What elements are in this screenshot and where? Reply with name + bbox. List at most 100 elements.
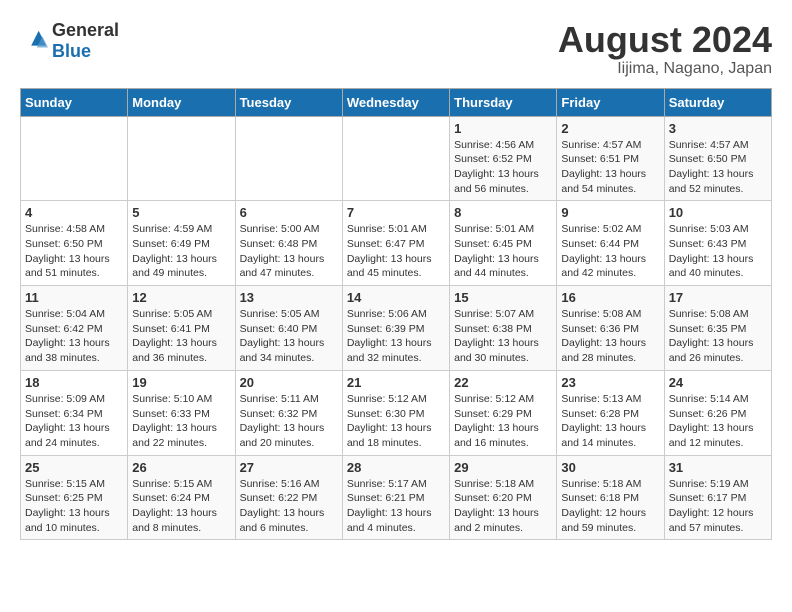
day-info: Sunrise: 5:03 AMSunset: 6:43 PMDaylight:… bbox=[669, 222, 767, 281]
day-number: 13 bbox=[240, 290, 338, 305]
day-info: Sunrise: 5:04 AMSunset: 6:42 PMDaylight:… bbox=[25, 307, 123, 366]
calendar-cell: 8 Sunrise: 5:01 AMSunset: 6:45 PMDaylight… bbox=[450, 201, 557, 286]
day-number: 3 bbox=[669, 121, 767, 136]
calendar-cell: 7 Sunrise: 5:01 AMSunset: 6:47 PMDaylight… bbox=[342, 201, 449, 286]
calendar-cell: 29Sunrise: 5:18 AMSunset: 6:20 PMDayligh… bbox=[450, 455, 557, 540]
calendar-cell: 16 Sunrise: 5:08 AMSunset: 6:36 PMDayligh… bbox=[557, 286, 664, 371]
day-info: Sunrise: 5:10 AMSunset: 6:33 PMDaylight:… bbox=[132, 392, 230, 451]
day-info: Sunrise: 5:12 AMSunset: 6:29 PMDaylight:… bbox=[454, 392, 552, 451]
header-day-monday: Monday bbox=[128, 88, 235, 116]
day-number: 11 bbox=[25, 290, 123, 305]
calendar-week-5: 25 Sunrise: 5:15 AMSunset: 6:25 PMDayligh… bbox=[21, 455, 772, 540]
header-day-sunday: Sunday bbox=[21, 88, 128, 116]
calendar-cell: 15Sunrise: 5:07 AMSunset: 6:38 PMDayligh… bbox=[450, 286, 557, 371]
day-number: 27 bbox=[240, 460, 338, 475]
day-info: Sunrise: 5:05 AMSunset: 6:41 PMDaylight:… bbox=[132, 307, 230, 366]
calendar-cell: 9 Sunrise: 5:02 AMSunset: 6:44 PMDaylight… bbox=[557, 201, 664, 286]
calendar-cell: 21 Sunrise: 5:12 AMSunset: 6:30 PMDayligh… bbox=[342, 370, 449, 455]
calendar-cell: 22 Sunrise: 5:12 AMSunset: 6:29 PMDayligh… bbox=[450, 370, 557, 455]
calendar-cell: 18Sunrise: 5:09 AMSunset: 6:34 PMDayligh… bbox=[21, 370, 128, 455]
day-number: 12 bbox=[132, 290, 230, 305]
calendar-body: 1Sunrise: 4:56 AMSunset: 6:52 PMDaylight… bbox=[21, 116, 772, 540]
day-info: Sunrise: 5:02 AMSunset: 6:44 PMDaylight:… bbox=[561, 222, 659, 281]
day-number: 29 bbox=[454, 460, 552, 475]
day-number: 10 bbox=[669, 205, 767, 220]
calendar-cell bbox=[21, 116, 128, 201]
calendar-cell: 6Sunrise: 5:00 AMSunset: 6:48 PMDaylight… bbox=[235, 201, 342, 286]
day-number: 26 bbox=[132, 460, 230, 475]
calendar-week-3: 11 Sunrise: 5:04 AMSunset: 6:42 PMDayligh… bbox=[21, 286, 772, 371]
day-info: Sunrise: 5:15 AMSunset: 6:25 PMDaylight:… bbox=[25, 477, 123, 536]
header-day-thursday: Thursday bbox=[450, 88, 557, 116]
title-block: August 2024 Iijima, Nagano, Japan bbox=[558, 20, 772, 78]
day-number: 21 bbox=[347, 375, 445, 390]
day-info: Sunrise: 4:58 AMSunset: 6:50 PMDaylight:… bbox=[25, 222, 123, 281]
day-info: Sunrise: 4:56 AMSunset: 6:52 PMDaylight:… bbox=[454, 138, 552, 197]
day-info: Sunrise: 4:59 AMSunset: 6:49 PMDaylight:… bbox=[132, 222, 230, 281]
calendar-cell: 11 Sunrise: 5:04 AMSunset: 6:42 PMDayligh… bbox=[21, 286, 128, 371]
page-title: August 2024 bbox=[558, 20, 772, 60]
day-number: 9 bbox=[561, 205, 659, 220]
calendar-cell: 5 Sunrise: 4:59 AMSunset: 6:49 PMDaylight… bbox=[128, 201, 235, 286]
day-number: 16 bbox=[561, 290, 659, 305]
day-info: Sunrise: 5:18 AMSunset: 6:18 PMDaylight:… bbox=[561, 477, 659, 536]
day-info: Sunrise: 5:09 AMSunset: 6:34 PMDaylight:… bbox=[25, 392, 123, 451]
day-info: Sunrise: 5:13 AMSunset: 6:28 PMDaylight:… bbox=[561, 392, 659, 451]
day-info: Sunrise: 4:57 AMSunset: 6:51 PMDaylight:… bbox=[561, 138, 659, 197]
day-number: 8 bbox=[454, 205, 552, 220]
day-number: 4 bbox=[25, 205, 123, 220]
calendar-cell: 24Sunrise: 5:14 AMSunset: 6:26 PMDayligh… bbox=[664, 370, 771, 455]
calendar-week-1: 1Sunrise: 4:56 AMSunset: 6:52 PMDaylight… bbox=[21, 116, 772, 201]
page-subtitle: Iijima, Nagano, Japan bbox=[558, 60, 772, 78]
calendar-cell: 1Sunrise: 4:56 AMSunset: 6:52 PMDaylight… bbox=[450, 116, 557, 201]
day-number: 5 bbox=[132, 205, 230, 220]
calendar-cell: 25 Sunrise: 5:15 AMSunset: 6:25 PMDayligh… bbox=[21, 455, 128, 540]
day-number: 2 bbox=[561, 121, 659, 136]
page-header: General Blue August 2024 Iijima, Nagano,… bbox=[20, 20, 772, 78]
calendar-week-4: 18Sunrise: 5:09 AMSunset: 6:34 PMDayligh… bbox=[21, 370, 772, 455]
day-number: 19 bbox=[132, 375, 230, 390]
header-row: SundayMondayTuesdayWednesdayThursdayFrid… bbox=[21, 88, 772, 116]
day-info: Sunrise: 5:01 AMSunset: 6:45 PMDaylight:… bbox=[454, 222, 552, 281]
day-info: Sunrise: 5:07 AMSunset: 6:38 PMDaylight:… bbox=[454, 307, 552, 366]
calendar-cell: 27 Sunrise: 5:16 AMSunset: 6:22 PMDayligh… bbox=[235, 455, 342, 540]
calendar-cell: 20 Sunrise: 5:11 AMSunset: 6:32 PMDayligh… bbox=[235, 370, 342, 455]
calendar-cell bbox=[235, 116, 342, 201]
calendar-cell bbox=[342, 116, 449, 201]
day-info: Sunrise: 4:57 AMSunset: 6:50 PMDaylight:… bbox=[669, 138, 767, 197]
day-number: 28 bbox=[347, 460, 445, 475]
day-number: 7 bbox=[347, 205, 445, 220]
header-day-tuesday: Tuesday bbox=[235, 88, 342, 116]
header-day-saturday: Saturday bbox=[664, 88, 771, 116]
logo-icon bbox=[20, 27, 48, 55]
day-info: Sunrise: 5:16 AMSunset: 6:22 PMDaylight:… bbox=[240, 477, 338, 536]
day-number: 22 bbox=[454, 375, 552, 390]
logo: General Blue bbox=[20, 20, 119, 62]
calendar-cell: 14Sunrise: 5:06 AMSunset: 6:39 PMDayligh… bbox=[342, 286, 449, 371]
calendar-cell: 4 Sunrise: 4:58 AMSunset: 6:50 PMDaylight… bbox=[21, 201, 128, 286]
calendar-header: SundayMondayTuesdayWednesdayThursdayFrid… bbox=[21, 88, 772, 116]
calendar-cell: 26Sunrise: 5:15 AMSunset: 6:24 PMDayligh… bbox=[128, 455, 235, 540]
day-info: Sunrise: 5:08 AMSunset: 6:36 PMDaylight:… bbox=[561, 307, 659, 366]
day-number: 24 bbox=[669, 375, 767, 390]
header-day-wednesday: Wednesday bbox=[342, 88, 449, 116]
calendar-cell: 3 Sunrise: 4:57 AMSunset: 6:50 PMDaylight… bbox=[664, 116, 771, 201]
calendar-cell: 2 Sunrise: 4:57 AMSunset: 6:51 PMDaylight… bbox=[557, 116, 664, 201]
day-number: 17 bbox=[669, 290, 767, 305]
calendar-cell: 19 Sunrise: 5:10 AMSunset: 6:33 PMDayligh… bbox=[128, 370, 235, 455]
day-info: Sunrise: 5:05 AMSunset: 6:40 PMDaylight:… bbox=[240, 307, 338, 366]
header-day-friday: Friday bbox=[557, 88, 664, 116]
calendar-cell: 31Sunrise: 5:19 AMSunset: 6:17 PMDayligh… bbox=[664, 455, 771, 540]
day-info: Sunrise: 5:11 AMSunset: 6:32 PMDaylight:… bbox=[240, 392, 338, 451]
day-info: Sunrise: 5:01 AMSunset: 6:47 PMDaylight:… bbox=[347, 222, 445, 281]
day-number: 25 bbox=[25, 460, 123, 475]
day-info: Sunrise: 5:17 AMSunset: 6:21 PMDaylight:… bbox=[347, 477, 445, 536]
calendar-week-2: 4 Sunrise: 4:58 AMSunset: 6:50 PMDaylight… bbox=[21, 201, 772, 286]
day-info: Sunrise: 5:12 AMSunset: 6:30 PMDaylight:… bbox=[347, 392, 445, 451]
day-number: 30 bbox=[561, 460, 659, 475]
day-number: 20 bbox=[240, 375, 338, 390]
logo-text-general: General bbox=[52, 20, 119, 40]
calendar-cell: 12 Sunrise: 5:05 AMSunset: 6:41 PMDayligh… bbox=[128, 286, 235, 371]
day-number: 31 bbox=[669, 460, 767, 475]
day-number: 6 bbox=[240, 205, 338, 220]
